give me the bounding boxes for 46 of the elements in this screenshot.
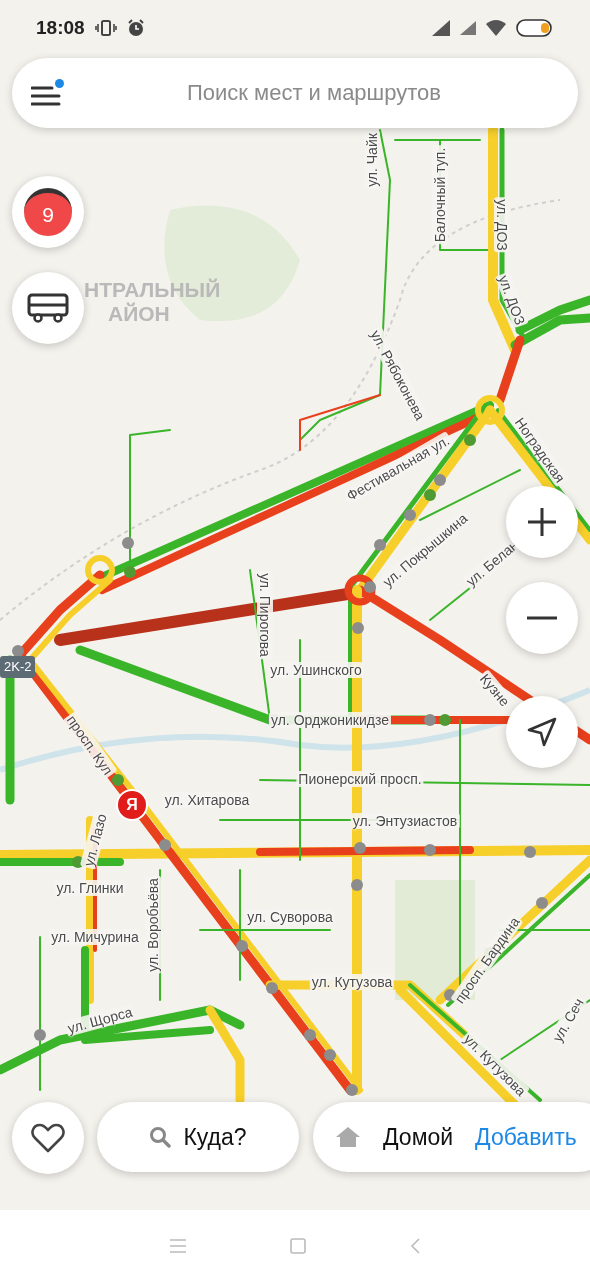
plus-icon [527,507,557,537]
street-label: ул. Пирогова [257,571,273,659]
street-label: Пионерский просп. [296,771,424,787]
transport-button[interactable] [12,272,84,344]
heart-icon [31,1123,65,1153]
location-pin: Я [116,789,148,821]
district-label: НТРАЛЬНЫЙ АЙОН [84,278,221,326]
street-label: ул. Кутузова [309,974,395,990]
street-label: ул. Ушинского [268,662,364,678]
vibrate-icon [94,19,117,37]
street-label: ул. Орджоникидзе [269,712,391,728]
roundabout [85,555,115,585]
street-label: ул. Чайк [364,131,380,189]
roundabout [344,574,376,606]
my-location-button[interactable] [506,696,578,768]
zoom-out-button[interactable] [506,582,578,654]
square-icon [290,1237,306,1254]
road-number-label: 2K-2 [0,656,36,678]
signal-icon [432,20,450,36]
navigation-arrow-icon [527,717,557,747]
street-label: ул. Глинки [54,880,126,896]
status-time: 18:08 [36,15,85,40]
alarm-icon [126,19,145,37]
minus-icon [527,616,557,620]
add-home-link[interactable]: Добавить [475,1119,577,1155]
battery-icon [516,19,554,37]
street-label: ул. Суворова [245,909,335,925]
street-label: ул. Энтузиастов [350,813,460,829]
traffic-score: 9 [24,188,72,236]
street-label: ул. ДОЗ [494,197,510,253]
bus-icon [27,293,69,323]
home-icon [335,1126,361,1148]
favorites-button[interactable] [12,1102,84,1174]
traffic-level-button[interactable]: 9 [12,176,84,248]
wifi-icon [486,20,506,36]
street-label: ул. Хитарова [162,792,252,808]
signal-icon [460,20,476,36]
menu-icon [170,1238,186,1253]
where-button[interactable]: Куда? [97,1102,299,1172]
street-label: ул. Воробьёва [145,876,161,974]
search-icon [149,1126,172,1148]
street-label: ул. Мичурина [49,929,141,945]
back-icon [410,1237,420,1254]
home-label: Домой [383,1122,454,1152]
roundabout [475,395,505,425]
search-field[interactable]: Поиск мест и маршрутов [12,58,578,128]
